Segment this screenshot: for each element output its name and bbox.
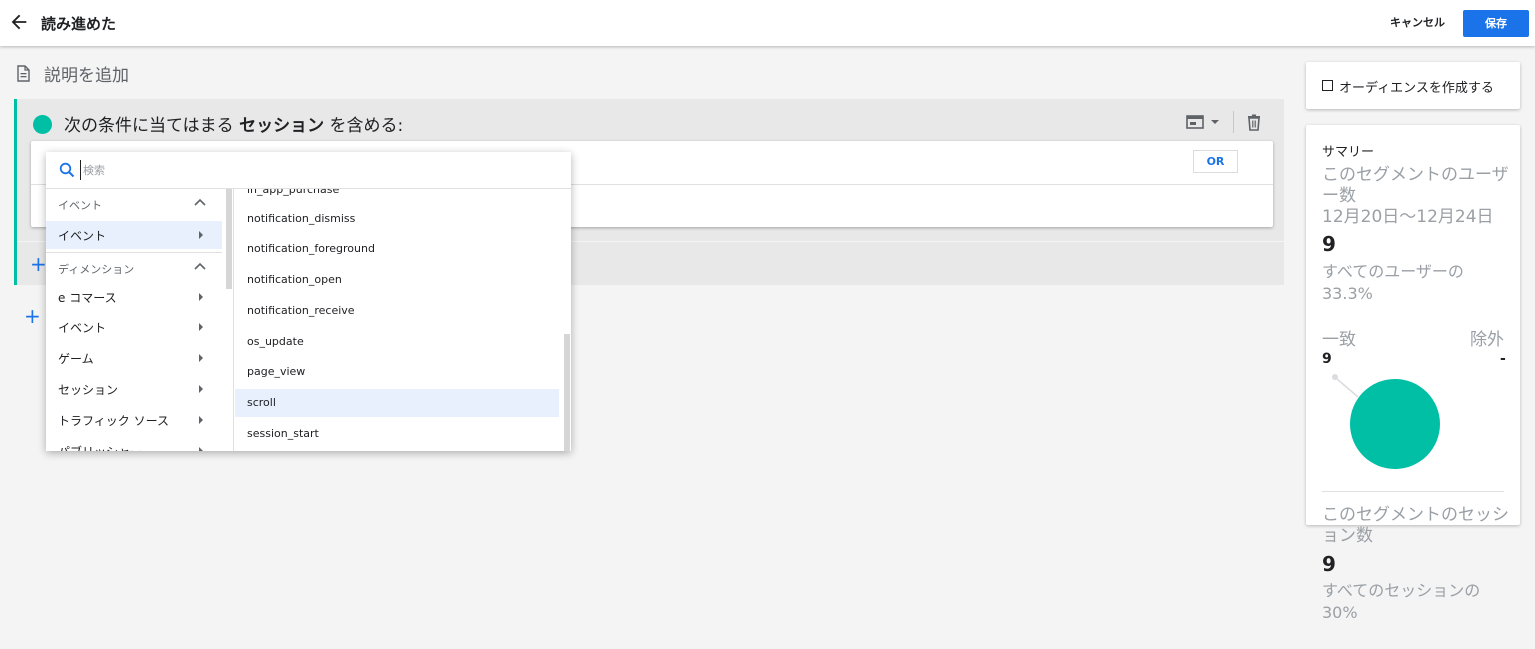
dropdown-caret-icon: [1211, 120, 1219, 124]
condition-title-suffix: を含める:: [329, 116, 404, 136]
exclude-value: -: [1500, 351, 1506, 367]
create-audience-checkbox[interactable]: [1322, 80, 1333, 91]
category-item-event[interactable]: イベント: [46, 221, 222, 249]
back-arrow-icon[interactable]: [8, 11, 30, 33]
summary-divider: [1322, 491, 1504, 492]
picker-search-row: [46, 152, 571, 189]
event-item-label: notification_dismiss: [247, 212, 356, 225]
chevron-right-icon: [199, 231, 203, 239]
save-button[interactable]: 保存: [1463, 10, 1529, 37]
category-item-label: パブリッシャー: [58, 443, 142, 451]
add-group-plus-icon[interactable]: +: [24, 306, 41, 326]
event-item-selected[interactable]: scroll: [235, 389, 559, 417]
event-item[interactable]: notification_dismiss: [235, 205, 559, 233]
section-header-label: イベント: [58, 199, 102, 212]
match-label: 一致: [1322, 330, 1356, 350]
section-header-dimensions[interactable]: ディメンション: [46, 253, 222, 283]
page-title: 読み進めた: [41, 15, 117, 33]
segment-users-label: このセグメントのユーザー数 12月20日〜12月24日: [1322, 165, 1512, 228]
date-range: 12月20日〜12月24日: [1322, 207, 1494, 227]
event-item[interactable]: notification_receive: [235, 297, 559, 325]
match-value: 9: [1322, 351, 1332, 367]
event-item-label: scroll: [247, 396, 276, 409]
exclude-label: 除外: [1470, 330, 1504, 350]
category-scrollbar[interactable]: [226, 189, 232, 289]
chevron-right-icon: [199, 385, 203, 393]
category-item-game[interactable]: ゲーム: [46, 344, 222, 372]
add-description-link[interactable]: 説明を追加: [16, 62, 129, 86]
segment-sessions-label: このセグメントのセッション数: [1322, 505, 1509, 546]
category-item-label: e コマース: [58, 291, 117, 305]
scope-menu-button[interactable]: [1186, 113, 1222, 131]
event-item-label: in_app_purchase: [247, 189, 340, 196]
event-item[interactable]: notification_open: [235, 266, 559, 294]
event-item-label: notification_receive: [247, 304, 355, 317]
segment-users-percent: すべてのユーザーの 33.3%: [1322, 262, 1464, 303]
document-icon: [17, 64, 30, 82]
category-item-session[interactable]: セッション: [46, 375, 222, 403]
category-item-publisher[interactable]: パブリッシャー: [46, 437, 222, 451]
condition-title: 次の条件に当てはまる セッション を含める:: [64, 111, 403, 136]
search-input[interactable]: [80, 160, 550, 180]
category-item-label: ゲーム: [58, 352, 94, 366]
segment-users-value: 9: [1322, 232, 1336, 256]
pie-slice-match: [1350, 379, 1440, 469]
category-item-event-dimension[interactable]: イベント: [46, 313, 222, 341]
summary-title: サマリー: [1322, 145, 1375, 160]
category-item-label: イベント: [58, 229, 107, 243]
event-list-scrollbar[interactable]: [564, 334, 570, 451]
event-item[interactable]: in_app_purchase: [235, 189, 559, 204]
pie-leader-line: [1336, 378, 1359, 398]
event-list: in_app_purchase notification_dismiss not…: [235, 189, 571, 451]
category-item-traffic-source[interactable]: トラフィック ソース: [46, 406, 222, 434]
top-bar: 読み進めた キャンセル 保存: [0, 0, 1535, 46]
segment-sessions-value: 9: [1322, 552, 1336, 576]
chevron-right-icon: [199, 323, 203, 331]
create-audience-label[interactable]: オーディエンスを作成する: [1339, 77, 1494, 96]
toolbar-divider: [1233, 111, 1234, 133]
event-item-label: notification_foreground: [247, 242, 375, 255]
event-item[interactable]: os_update: [235, 328, 559, 356]
category-item-ecommerce[interactable]: e コマース: [46, 283, 222, 311]
segment-sessions-percent: すべてのセッションの 30%: [1322, 581, 1481, 622]
event-item[interactable]: notification_foreground: [235, 235, 559, 263]
event-item-label: page_view: [247, 365, 306, 378]
category-item-label: セッション: [58, 383, 119, 397]
event-item-label: os_update: [247, 335, 304, 348]
event-item[interactable]: page_view: [235, 358, 559, 386]
delete-icon[interactable]: [1245, 113, 1263, 131]
condition-title-prefix: 次の条件に当てはまる: [64, 116, 234, 136]
add-condition-plus-icon[interactable]: +: [30, 254, 47, 274]
chevron-up-icon: [194, 262, 206, 270]
event-item-label: session_start: [247, 427, 319, 440]
cancel-button[interactable]: キャンセル: [1380, 10, 1455, 36]
category-list: イベント イベント ディメンション e コマース イベント ゲーム セッション: [46, 189, 234, 451]
category-item-label: イベント: [58, 321, 107, 335]
chevron-right-icon: [199, 447, 203, 451]
condition-color-dot: [33, 115, 52, 134]
create-audience-card: オーディエンスを作成する: [1306, 62, 1520, 109]
section-header-events[interactable]: イベント: [46, 189, 222, 219]
chevron-right-icon: [199, 354, 203, 362]
section-header-label: ディメンション: [58, 263, 135, 276]
summary-card: サマリー このセグメントのユーザー数 12月20日〜12月24日 9 すべてのユ…: [1306, 125, 1520, 525]
chevron-up-icon: [194, 198, 206, 206]
card-layout-icon: [1186, 115, 1204, 129]
match-pie-chart: [1332, 374, 1440, 469]
or-button[interactable]: OR: [1193, 150, 1238, 173]
event-item[interactable]: session_start: [235, 420, 559, 448]
chevron-right-icon: [199, 293, 203, 301]
condition-scope-label: セッション: [239, 116, 325, 136]
segment-users-text: このセグメントのユーザー数: [1322, 165, 1509, 206]
dimension-picker-dropdown: イベント イベント ディメンション e コマース イベント ゲーム セッション: [46, 152, 571, 451]
chevron-right-icon: [199, 416, 203, 424]
add-description-label: 説明を追加: [44, 65, 129, 86]
event-item-label: notification_open: [247, 273, 342, 286]
search-icon: [59, 162, 75, 178]
category-item-label: トラフィック ソース: [58, 414, 169, 428]
